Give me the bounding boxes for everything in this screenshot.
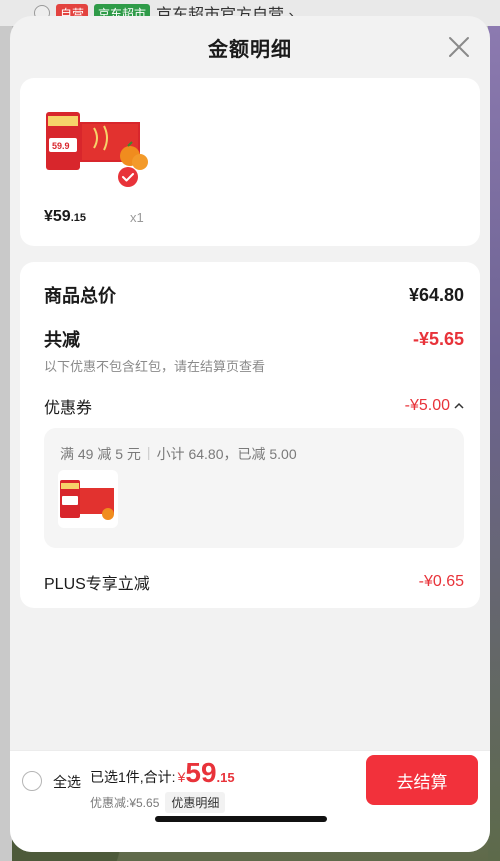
product-price-cents: .15: [70, 212, 86, 224]
coupon-product-image: [60, 480, 114, 520]
coupon-label: 优惠券: [44, 400, 93, 417]
product-price-main: ¥59: [44, 208, 71, 225]
chevron-up-icon[interactable]: [454, 402, 464, 410]
home-indicator[interactable]: [155, 816, 327, 822]
sheet-header: 金额明细: [10, 16, 490, 78]
checkout-bar: 全选 已选1件,合计: ¥ 59 .15 优惠减:¥5.65 优惠明细 去结算: [10, 750, 490, 852]
select-all-radio[interactable]: [22, 771, 42, 791]
total-amount-main: 59: [185, 757, 217, 788]
close-icon[interactable]: [446, 34, 472, 60]
selected-summary: 已选1件,合计:: [90, 769, 176, 785]
total-reduction-row: 共减 -¥5.65: [44, 326, 464, 352]
discount-line: 优惠减:¥5.65 优惠明细: [90, 792, 226, 813]
discount-amount: 优惠减:¥5.65: [90, 796, 160, 810]
selected-check-icon[interactable]: [117, 166, 139, 188]
plus-discount-row: PLUS专享立减 -¥0.65: [44, 570, 464, 594]
plus-discount-label: PLUS专享立减: [44, 576, 150, 593]
select-all-label[interactable]: 全选: [53, 772, 81, 792]
amount-detail-sheet: 金额明细 59.9 ¥59.15 x1 商品总价 ¥64.80 共减 -¥5.6…: [10, 16, 490, 852]
coupon-value: -¥5.00: [404, 397, 450, 414]
coupon-detail-box: 满 49 减 5 元 | 小计 64.80，已减 5.00: [44, 428, 464, 548]
product-card: 59.9 ¥59.15 x1: [20, 78, 480, 246]
product-quantity: x1: [130, 210, 144, 225]
total-price-value: ¥64.80: [408, 284, 464, 305]
total-price-row: 商品总价 ¥64.80: [44, 282, 464, 308]
total-currency: ¥: [177, 769, 186, 785]
coupon-subtotal: 小计 64.80，已减 5.00: [156, 446, 297, 462]
svg-text:59.9: 59.9: [52, 141, 70, 151]
total-reduction-value: -¥5.65: [412, 328, 464, 349]
product-price: ¥59.15: [44, 208, 86, 226]
sheet-title: 金额明细: [208, 38, 292, 61]
price-detail-card: 商品总价 ¥64.80 共减 -¥5.65 以下优惠不包含红包，请在结算页查看 …: [20, 262, 480, 608]
checkout-button[interactable]: 去结算: [366, 755, 478, 805]
discount-detail-button[interactable]: 优惠明细: [165, 792, 226, 813]
coupon-value-wrap: -¥5.00: [405, 397, 464, 415]
reduction-note: 以下优惠不包含红包，请在结算页查看: [44, 359, 266, 374]
total-reduction-label: 共减: [44, 330, 80, 350]
total-amount-cents: .15: [216, 770, 235, 785]
coupon-separator: |: [146, 444, 151, 460]
coupon-row[interactable]: 优惠券 -¥5.00: [44, 394, 464, 418]
coupon-info: 满 49 减 5 元 | 小计 64.80，已减 5.00: [60, 444, 297, 464]
total-price-label: 商品总价: [44, 286, 116, 306]
order-summary: 已选1件,合计: ¥ 59 .15: [90, 759, 235, 787]
plus-discount-value: -¥0.65: [418, 573, 464, 590]
coupon-product-thumbnail: [58, 470, 118, 528]
coupon-rule: 满 49 减 5 元: [60, 446, 141, 462]
